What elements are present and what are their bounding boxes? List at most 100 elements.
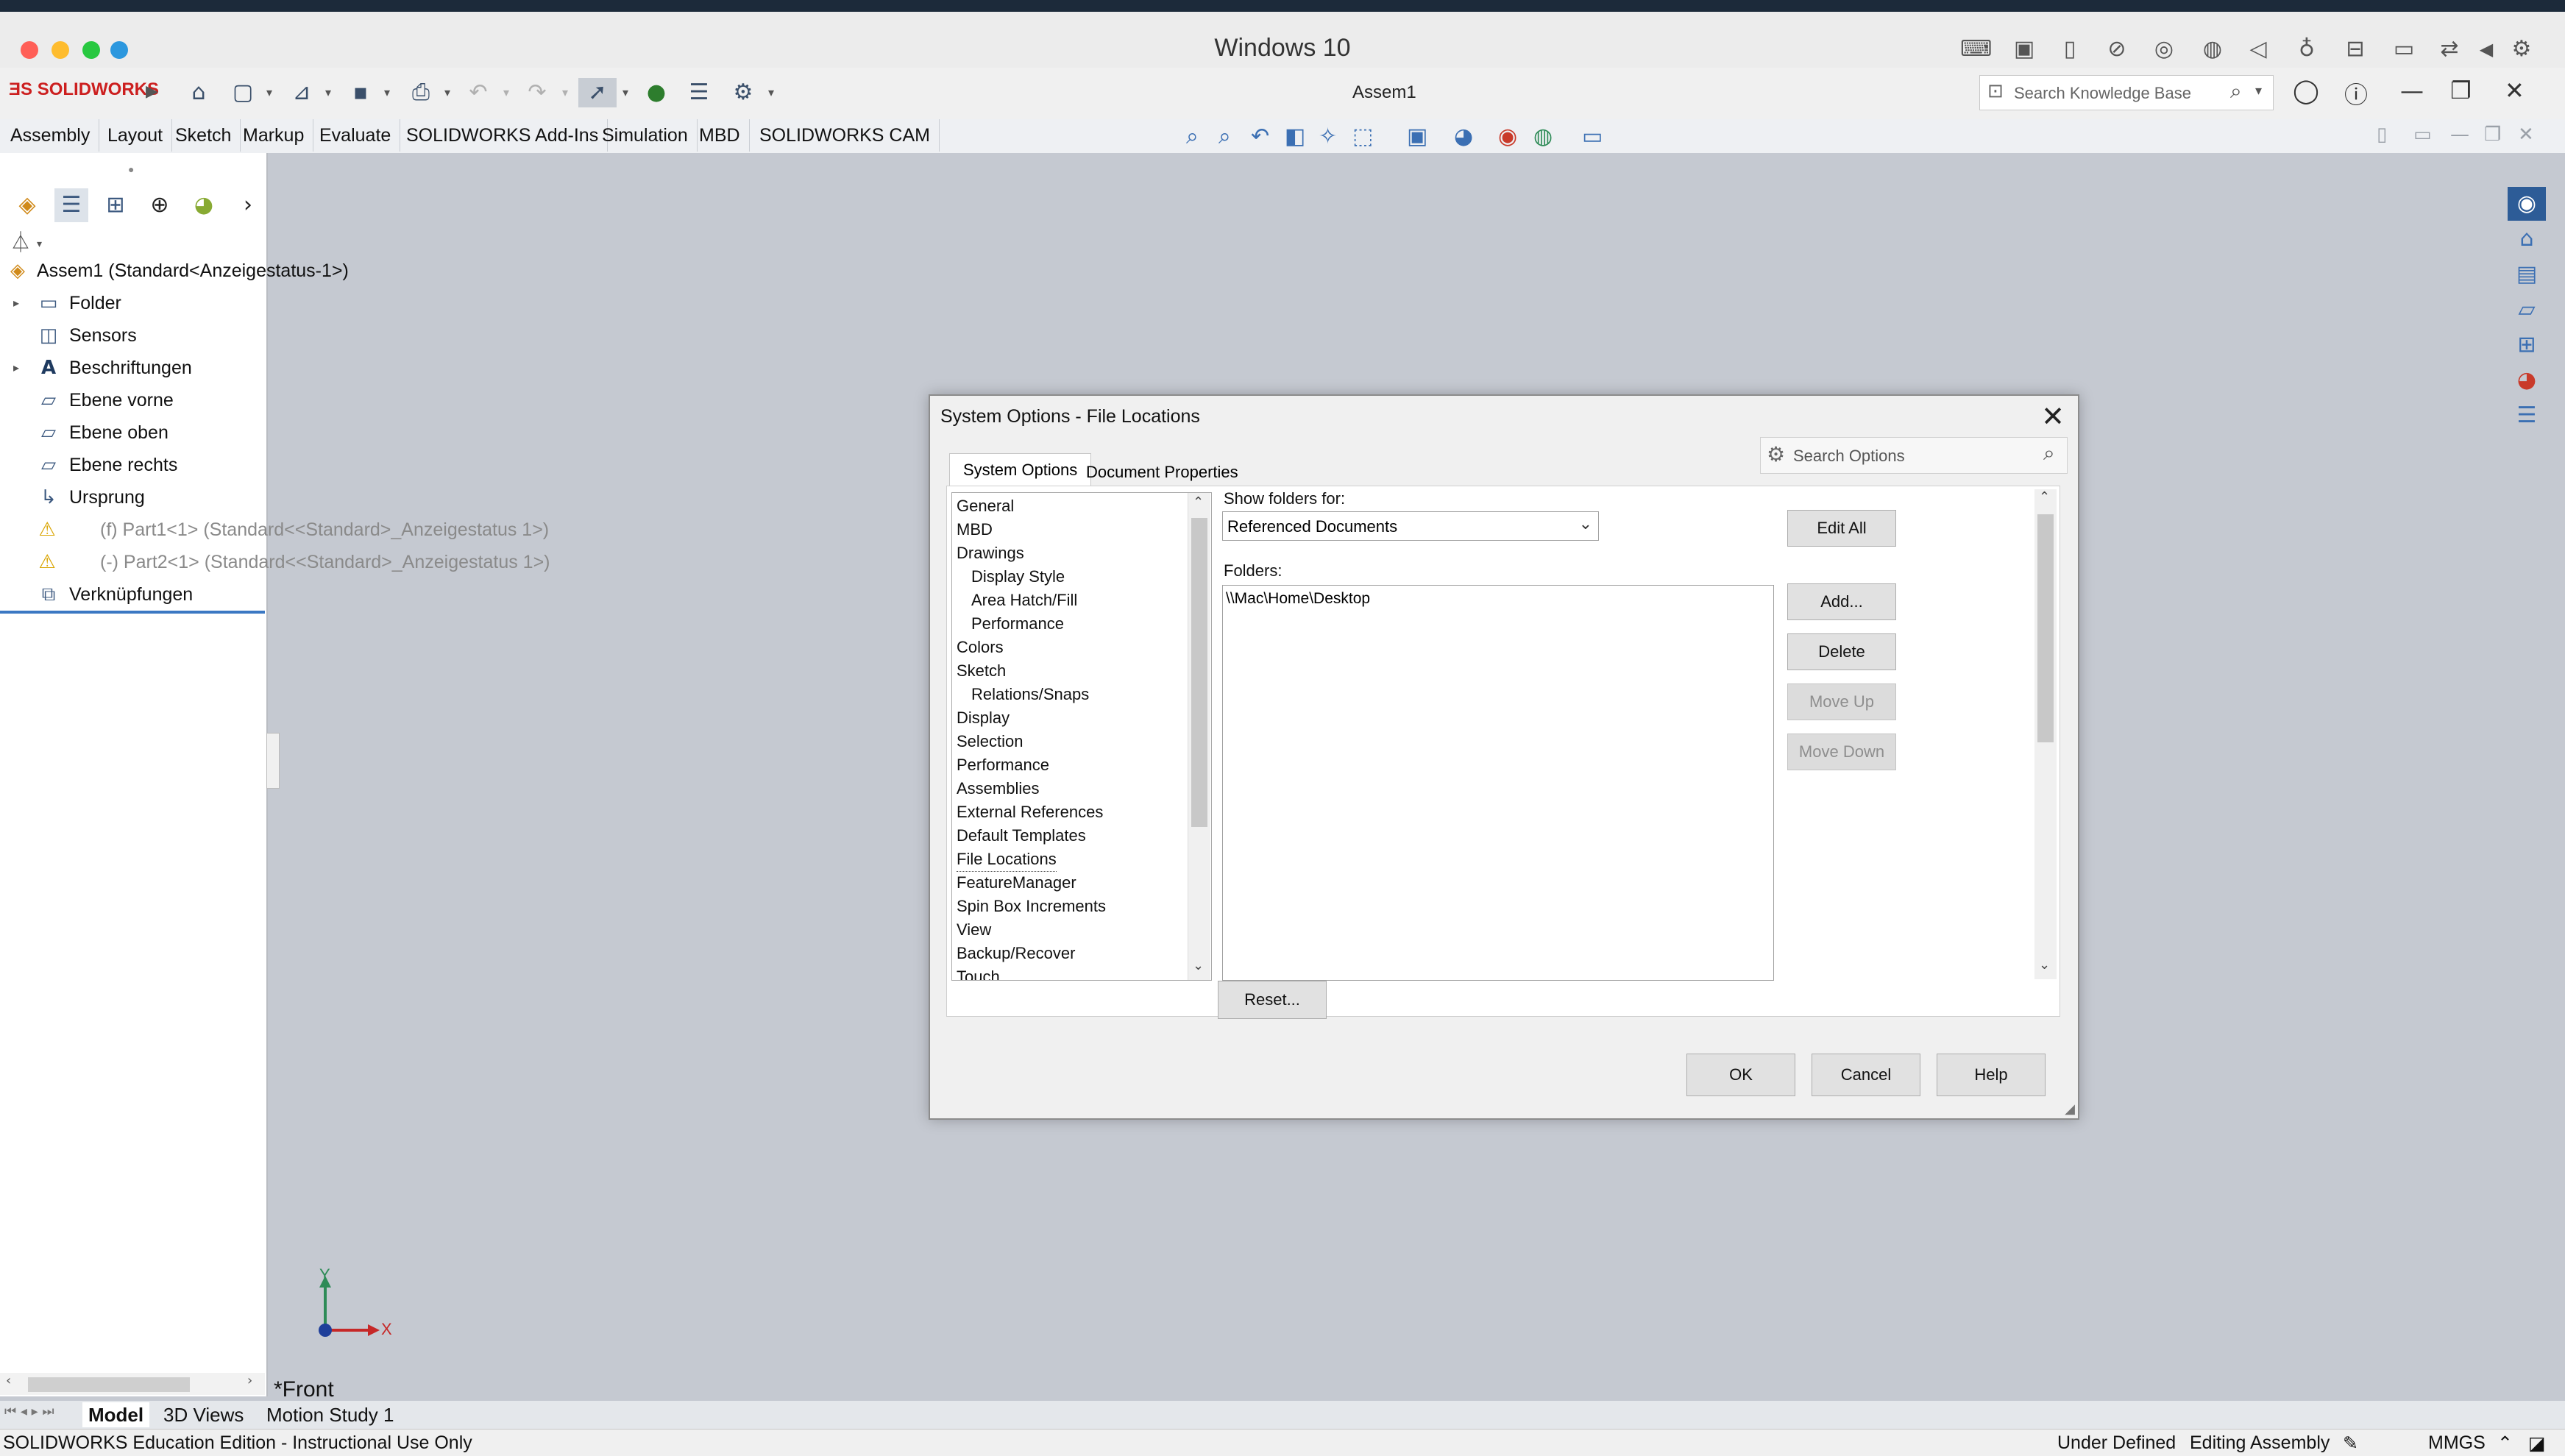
custom-properties-icon[interactable]: ☰ <box>2508 399 2546 433</box>
tab-simulation[interactable]: Simulation <box>593 119 698 152</box>
viewport-minimize-icon[interactable]: — <box>2450 124 2469 146</box>
scroll-up-arrow-icon[interactable]: ⌃ <box>1193 494 1204 510</box>
rollback-bar[interactable] <box>0 611 265 614</box>
open-folder-icon[interactable]: ⊿ <box>287 78 316 107</box>
hide-show-icon[interactable]: ◕ <box>1454 124 1473 149</box>
usb-icon[interactable]: ▯ <box>2057 37 2082 62</box>
options-category-list[interactable]: General MBD Drawings Display Style Area Hatc… <box>951 492 1212 981</box>
category-item[interactable]: Display Style <box>971 565 1065 589</box>
file-explorer-icon[interactable]: ▱ <box>2508 293 2546 327</box>
show-folders-select[interactable]: Referenced Documents ⌄ <box>1222 511 1599 541</box>
close-icon[interactable]: ✕ <box>2505 77 2525 104</box>
search-input[interactable]: Search Knowledge Base <box>2014 84 2191 103</box>
category-item[interactable]: Sketch <box>957 659 1006 683</box>
tab-assembly[interactable]: Assembly <box>1 119 100 152</box>
tree-item[interactable]: Beschriftungen <box>69 353 192 383</box>
tab-document-properties[interactable]: Document Properties <box>1073 456 1252 489</box>
scroll-down-arrow-icon[interactable]: ⌄ <box>1193 958 1204 973</box>
scroll-up-arrow-icon[interactable]: ⌃ <box>2039 489 2050 505</box>
print-icon[interactable]: ⎙ <box>406 78 436 107</box>
scenes-icon[interactable]: ◍ <box>1533 124 1553 149</box>
category-scrollbar[interactable]: ⌃ ⌄ <box>1188 493 1210 980</box>
zoom-area-icon[interactable]: ⌕ <box>1218 124 1231 149</box>
edit-appearance-icon[interactable]: ◉ <box>1498 124 1517 149</box>
units-dropdown-icon[interactable]: ⌃ <box>2497 1432 2513 1454</box>
scroll-thumb[interactable] <box>28 1377 190 1392</box>
dynamic-annotation-icon[interactable]: ✧ <box>1319 124 1337 149</box>
select-pointer-icon[interactable]: ➚ <box>578 78 617 107</box>
tree-item[interactable]: Ebene oben <box>69 418 168 447</box>
tags-icon[interactable]: ◪ <box>2528 1432 2546 1454</box>
new-dropdown-icon[interactable]: ▾ <box>266 85 272 99</box>
home-icon[interactable]: ⌂ <box>184 78 213 107</box>
previous-view-icon[interactable]: ↶ <box>1251 124 1269 149</box>
print-dropdown-icon[interactable]: ▾ <box>444 85 450 99</box>
file-properties-icon[interactable]: ☰ <box>684 78 714 107</box>
filter-dropdown-icon[interactable]: ▾ <box>37 238 42 250</box>
tab-solidworks-cam[interactable]: SOLIDWORKS CAM <box>751 119 940 152</box>
category-item[interactable]: Default Templates <box>957 824 1086 848</box>
category-item[interactable]: Backup/Recover <box>957 942 1075 965</box>
category-item[interactable]: Display <box>957 706 1010 730</box>
options-scroll-thumb[interactable] <box>2037 514 2054 742</box>
tree-item[interactable]: Ebene vorne <box>69 386 174 415</box>
panel-collapse-handle[interactable] <box>266 733 280 789</box>
category-item[interactable]: External References <box>957 800 1103 824</box>
category-item[interactable]: Colors <box>957 636 1004 659</box>
category-item[interactable]: Spin Box Increments <box>957 895 1106 918</box>
rebuild-status-icon[interactable]: ✎ <box>2343 1432 2358 1454</box>
tree-item[interactable]: Sensors <box>69 321 137 350</box>
category-item[interactable]: View <box>957 918 991 942</box>
tab-evaluate[interactable]: Evaluate <box>311 119 401 152</box>
dialog-close-icon[interactable]: ✕ <box>2041 400 2065 433</box>
rebuild-traffic-light-icon[interactable]: ● <box>642 78 671 107</box>
menu-expand-arrow-icon[interactable]: ▶ <box>146 82 158 101</box>
cancel-button[interactable]: Cancel <box>1812 1054 1920 1096</box>
minimize-icon[interactable]: — <box>2400 77 2424 104</box>
tree-item[interactable]: Ebene rechts <box>69 450 177 480</box>
scroll-down-arrow-icon[interactable]: ⌄ <box>2039 957 2050 973</box>
category-item[interactable]: Touch <box>957 965 1000 980</box>
display-style-icon[interactable]: ▣ <box>1407 124 1427 149</box>
viewport-split-icon[interactable]: ▭ <box>2413 124 2432 146</box>
add-folder-button[interactable]: Add... <box>1787 583 1896 620</box>
view-settings-icon[interactable]: ▭ <box>1582 124 1603 149</box>
tab-sketch[interactable]: Sketch <box>166 119 241 152</box>
tree-horizontal-scrollbar[interactable]: ‹ › <box>0 1373 265 1395</box>
tab-system-options[interactable]: System Options <box>949 453 1092 486</box>
solidworks-logo[interactable]: ƎS SOLIDWORKS <box>9 79 159 100</box>
property-manager-tab-icon[interactable]: ☰ <box>54 188 88 222</box>
tab-3d-views[interactable]: 3D Views <box>157 1402 249 1427</box>
undo-icon[interactable]: ↶ <box>464 78 493 107</box>
search-dropdown-icon[interactable]: ▾ <box>2255 83 2262 99</box>
globe-icon[interactable]: ◍ <box>2200 37 2225 62</box>
share-icon[interactable]: ⇄ <box>2437 37 2462 62</box>
select-dropdown-icon[interactable]: ▾ <box>622 85 628 99</box>
category-item[interactable]: MBD <box>957 518 993 541</box>
viewport-tile-icon[interactable]: ▯ <box>2377 124 2387 146</box>
panel-grip-dot[interactable]: ● <box>128 163 134 175</box>
new-document-icon[interactable]: ▢ <box>228 78 258 107</box>
display-manager-tab-icon[interactable]: ◕ <box>187 188 221 222</box>
appearances-icon[interactable]: ◕ <box>2508 363 2546 397</box>
status-units[interactable]: MMGS <box>2428 1432 2486 1454</box>
scroll-left-arrow-icon[interactable]: ‹ <box>6 1373 11 1388</box>
camera-off-icon[interactable]: ▭ <box>2391 37 2416 62</box>
drive-icon[interactable]: ⊟ <box>2343 37 2368 62</box>
options-scrollbar[interactable]: ⌃ ⌄ <box>2034 489 2057 979</box>
restore-icon[interactable]: ❐ <box>2450 77 2472 104</box>
solidworks-resources-icon[interactable]: ◉ <box>2508 187 2546 221</box>
viewport-close-icon[interactable]: ✕ <box>2518 124 2534 146</box>
search-options-box[interactable]: ⚙ Search Options ⌕ <box>1760 437 2068 474</box>
category-item[interactable]: Area Hatch/Fill <box>971 589 1077 612</box>
undo-dropdown-icon[interactable]: ▾ <box>503 85 509 99</box>
category-item[interactable]: Assemblies <box>957 777 1039 800</box>
cpu-icon[interactable]: ▣ <box>2012 37 2037 62</box>
category-item[interactable]: File Locations <box>957 848 1057 872</box>
microphone-icon[interactable]: ♁ <box>2294 37 2319 62</box>
tab-motion-study[interactable]: Motion Study 1 <box>260 1402 400 1427</box>
dimxpert-tab-icon[interactable]: ⊕ <box>143 188 177 222</box>
tree-item[interactable]: (-) Part2<1> (Standard<<Standard>_Anzeig… <box>100 547 550 577</box>
resize-grip-icon[interactable]: ◢ <box>2065 1101 2075 1117</box>
help-button[interactable]: Help <box>1937 1054 2046 1096</box>
